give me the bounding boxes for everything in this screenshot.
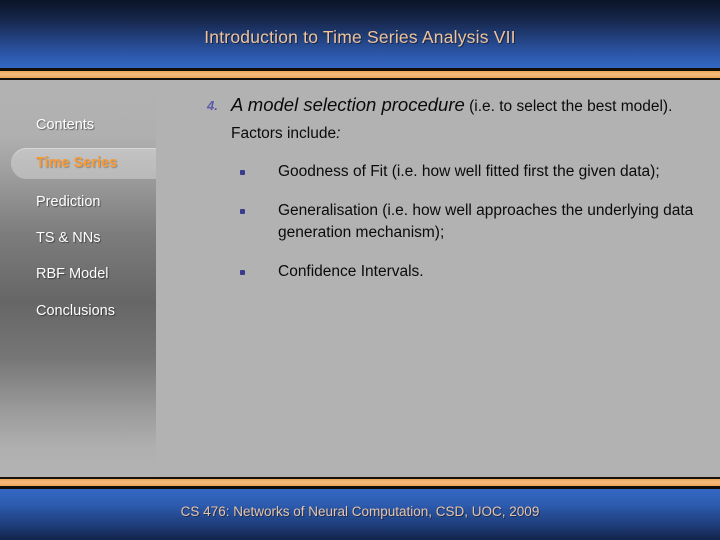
sidebar-item-time-series[interactable]: Time Series — [0, 146, 156, 180]
lead-list-item: 4. A model selection procedure (i.e. to … — [186, 92, 700, 146]
lead-item-number: 4. — [207, 98, 218, 113]
sidebar-item-label: TS & NNs — [36, 230, 101, 246]
sidebar-item-label: RBF Model — [36, 266, 109, 282]
list-item-text: Confidence Intervals. — [278, 263, 424, 280]
sidebar-item-label: Conclusions — [36, 303, 115, 319]
sidebar-item-label: Prediction — [36, 194, 101, 210]
sidebar-nav: Contents Time Series Prediction TS & NNs… — [0, 80, 156, 477]
page-title: Introduction to Time Series Analysis VII — [204, 27, 516, 47]
sidebar-item-label: Time Series — [36, 155, 118, 171]
sidebar-item-prediction[interactable]: Prediction — [0, 185, 156, 219]
sidebar-item-ts-and-nns[interactable]: TS & NNs — [0, 221, 156, 255]
lead-colon: : — [336, 125, 341, 142]
bullet-point-icon — [240, 270, 245, 275]
sidebar-item-contents[interactable]: Contents — [0, 108, 156, 142]
footer-divider-accent — [0, 479, 720, 486]
sidebar-item-conclusions[interactable]: Conclusions — [0, 294, 156, 328]
list-item: Confidence Intervals. — [234, 261, 700, 283]
header-divider-accent — [0, 71, 720, 78]
bullet-point-icon — [240, 209, 245, 214]
slide-footer-band: CS 476: Networks of Neural Computation, … — [0, 489, 720, 540]
slide-content: 4. A model selection procedure (i.e. to … — [186, 92, 700, 300]
list-item: Goodness of Fit (i.e. how well fitted fi… — [234, 161, 700, 183]
lead-emphasis-text: A model selection procedure — [231, 94, 465, 115]
list-item-text: Generalisation (i.e. how well approaches… — [278, 202, 694, 241]
list-item-text: Goodness of Fit (i.e. how well fitted fi… — [278, 163, 660, 180]
bullet-point-icon — [240, 170, 245, 175]
footer-course-label: CS 476: Networks of Neural Computation, … — [180, 504, 540, 519]
list-item: Generalisation (i.e. how well approaches… — [234, 200, 700, 244]
slide: Introduction to Time Series Analysis VII… — [0, 0, 720, 540]
sidebar-item-rbf-model[interactable]: RBF Model — [0, 257, 156, 291]
lead-item-text: A model selection procedure (i.e. to sel… — [231, 92, 700, 146]
sidebar-item-label: Contents — [36, 117, 95, 133]
bullet-list: Goodness of Fit (i.e. how well fitted fi… — [186, 161, 700, 283]
